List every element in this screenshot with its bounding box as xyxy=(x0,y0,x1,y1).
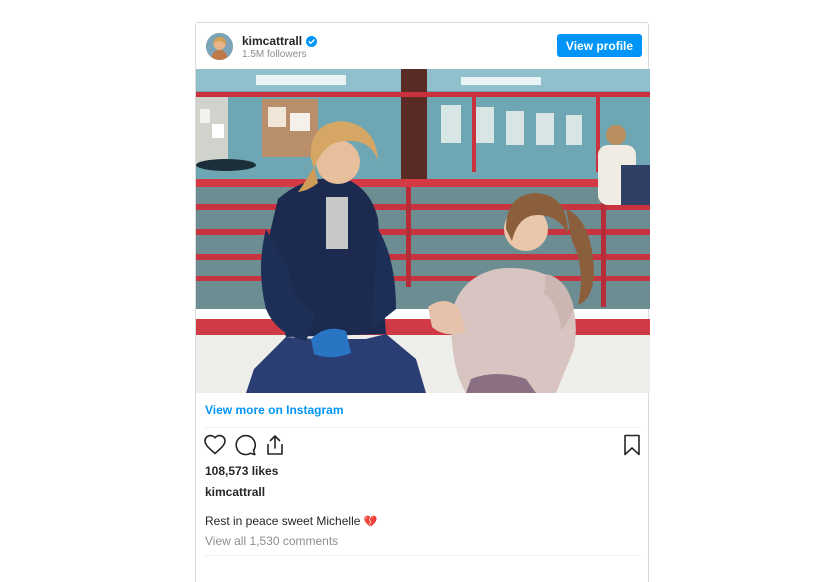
view-more-on-instagram-link[interactable]: View more on Instagram xyxy=(205,403,344,417)
caption-text: Rest in peace sweet Michelle 💔 xyxy=(205,514,377,528)
post-photo[interactable] xyxy=(196,69,650,393)
username-row: kimcattrall xyxy=(242,33,318,49)
divider-bottom xyxy=(205,555,641,556)
instagram-embed-card: kimcattrall 1.5M followers View profile xyxy=(195,22,650,582)
caption-username[interactable]: kimcattrall xyxy=(205,485,265,499)
view-profile-button[interactable]: View profile xyxy=(557,34,642,57)
avatar[interactable] xyxy=(206,33,233,60)
share-icon[interactable] xyxy=(263,433,287,457)
divider xyxy=(205,427,641,428)
action-bar xyxy=(196,433,648,459)
heart-icon[interactable] xyxy=(203,433,227,457)
like-count[interactable]: 108,573 likes xyxy=(205,464,278,478)
comment-icon[interactable] xyxy=(233,433,257,457)
caption-body: Rest in peace sweet Michelle xyxy=(205,514,361,528)
broken-heart-emoji: 💔 xyxy=(363,516,378,528)
username[interactable]: kimcattrall xyxy=(242,34,302,48)
follower-count: 1.5M followers xyxy=(242,49,307,60)
post-header: kimcattrall 1.5M followers View profile xyxy=(196,23,648,69)
verified-badge-icon xyxy=(306,35,318,47)
view-all-comments-link[interactable]: View all 1,530 comments xyxy=(205,534,338,548)
bookmark-icon[interactable] xyxy=(620,433,644,457)
